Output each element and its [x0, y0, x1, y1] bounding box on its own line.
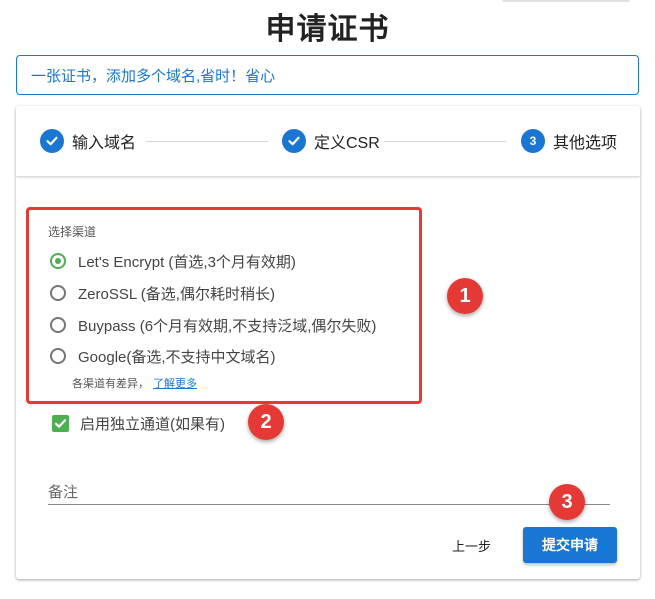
- remark-field-label[interactable]: 备注: [48, 481, 78, 502]
- step-2-label: 定义CSR: [314, 135, 380, 152]
- page-title: 申请证书: [265, 13, 390, 46]
- step-1[interactable]: 输入域名: [40, 129, 136, 153]
- checkbox-checked-icon[interactable]: [52, 414, 69, 432]
- step-3-label: 其他选项: [553, 135, 618, 152]
- annotation-marker-3: 3: [549, 484, 585, 520]
- step-3-number: 3: [521, 129, 545, 153]
- info-banner-text: 一张证书，添加多个域名,省时！省心: [31, 67, 276, 85]
- remark-field[interactable]: [48, 504, 610, 505]
- step-2[interactable]: 定义CSR: [282, 129, 380, 153]
- back-button[interactable]: 上一步: [452, 533, 491, 557]
- step-connector: [384, 141, 506, 142]
- check-circle-icon: [40, 129, 64, 153]
- step-1-label: 输入域名: [72, 135, 137, 152]
- step-3[interactable]: 3 其他选项: [521, 129, 617, 153]
- checkbox-label: 启用独立通道(如果有): [80, 415, 225, 433]
- info-banner: 一张证书，添加多个域名,省时！省心: [16, 55, 639, 95]
- annotation-highlight-box: [26, 207, 422, 404]
- annotation-marker-2: 2: [248, 404, 284, 440]
- annotation-marker-1: 1: [447, 278, 483, 314]
- form-card: 输入域名 定义CSR 3 其他选项 选择渠道 Let's Encrypt (首选…: [16, 106, 640, 579]
- check-circle-icon: [282, 129, 306, 153]
- submit-button[interactable]: 提交申请: [523, 527, 617, 563]
- stepper: 输入域名 定义CSR 3 其他选项: [16, 106, 640, 177]
- dedicated-channel-checkbox[interactable]: 启用独立通道(如果有): [52, 412, 225, 434]
- step-connector: [146, 141, 268, 142]
- top-edge-tab: [502, 0, 630, 2]
